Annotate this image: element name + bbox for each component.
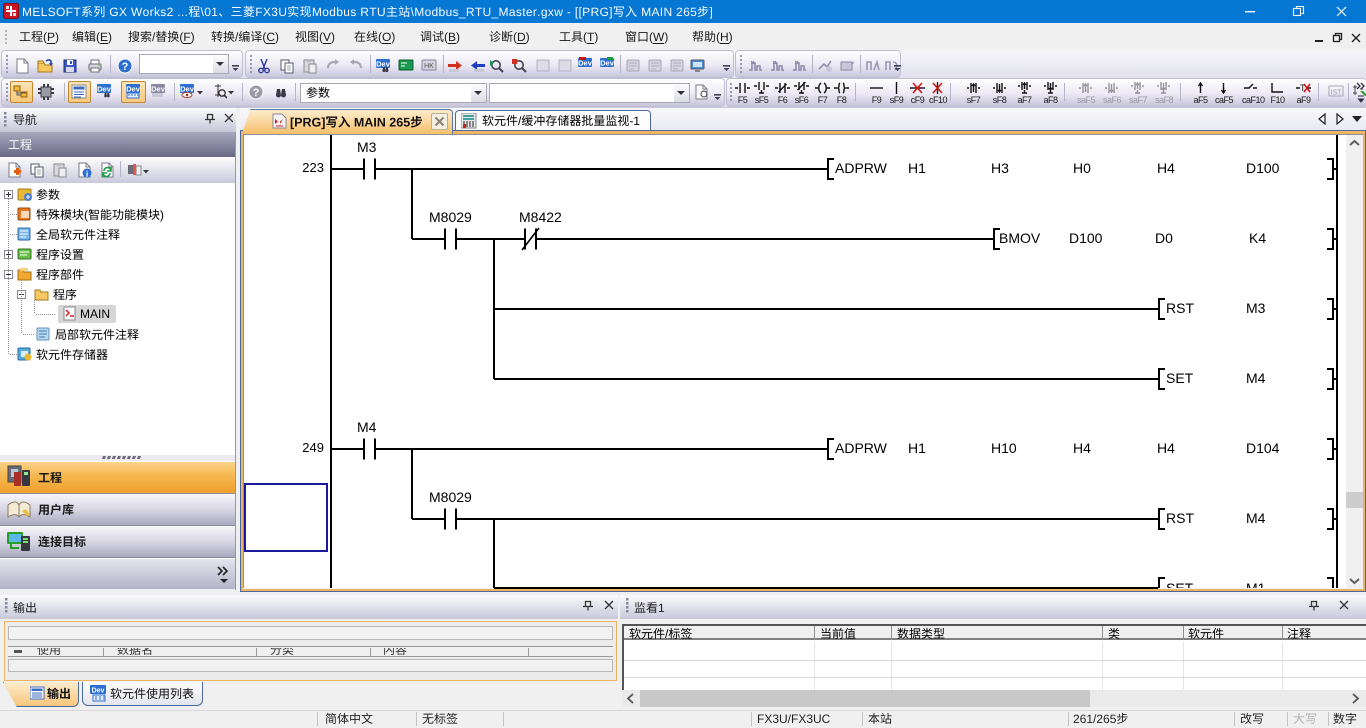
- svg-text:Dev: Dev: [92, 688, 105, 695]
